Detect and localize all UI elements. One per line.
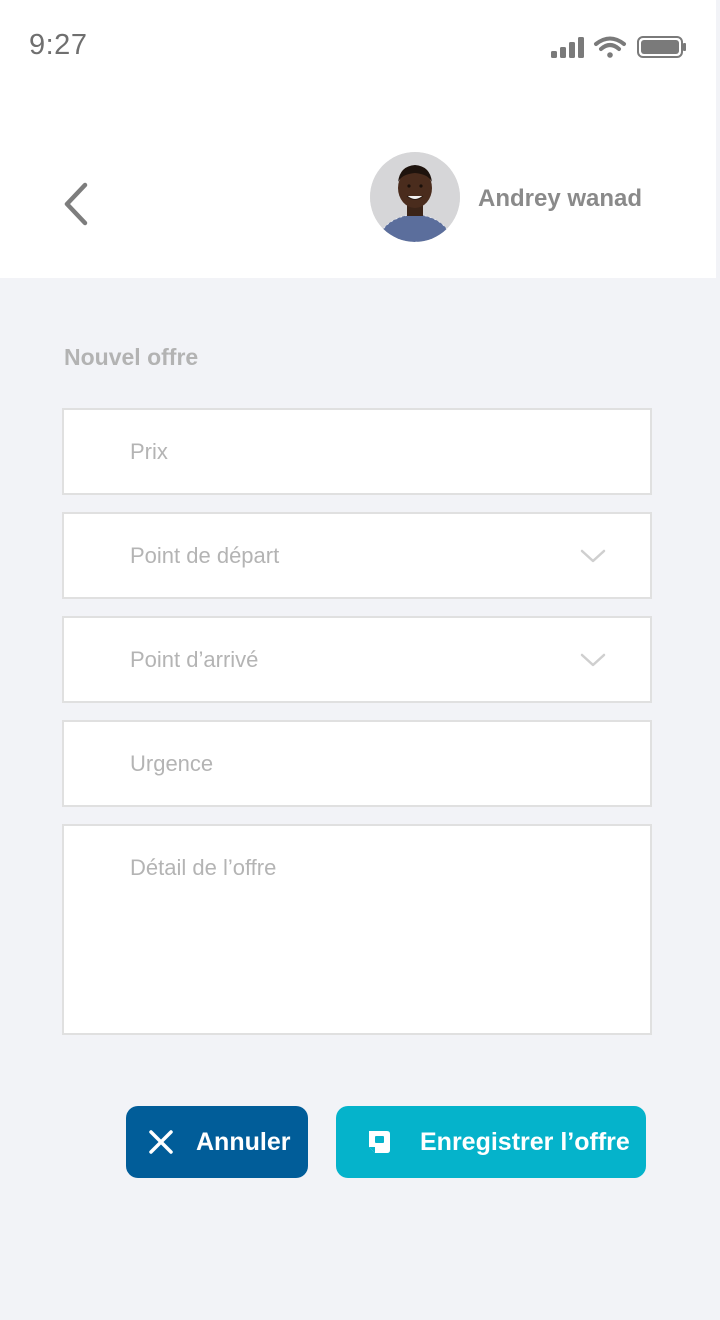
arrival-point-select[interactable]: Point d’arrivé	[62, 616, 652, 703]
user-name[interactable]: Andrey wanad	[478, 185, 642, 213]
urgency-placeholder: Urgence	[130, 751, 214, 776]
departure-point-select[interactable]: Point de départ	[62, 512, 652, 599]
save-offer-button[interactable]: Enregistrer l’offre	[336, 1106, 646, 1178]
price-placeholder: Prix	[130, 439, 168, 464]
battery-icon	[637, 36, 686, 58]
arrival-placeholder: Point d’arrivé	[130, 647, 259, 672]
offer-details-textarea[interactable]: Détail de l’offre	[62, 824, 652, 1035]
status-time: 9:27	[29, 29, 88, 61]
wifi-icon	[594, 36, 626, 58]
offer-details-placeholder: Détail de l’offre	[130, 855, 277, 880]
page-title: Nouvel offre	[64, 344, 199, 370]
chevron-left-icon	[64, 182, 88, 226]
cancel-button-label: Annuler	[196, 1127, 291, 1156]
departure-placeholder: Point de départ	[130, 543, 280, 568]
status-icons	[550, 34, 686, 60]
price-input[interactable]: Prix	[62, 408, 652, 495]
user-avatar[interactable]	[370, 152, 460, 242]
cellular-signal-icon	[551, 37, 584, 58]
save-icon	[369, 1131, 390, 1153]
app-header: 9:27 Andrey wanad	[0, 0, 716, 278]
avatar-image	[370, 152, 460, 242]
chevron-down-icon	[580, 653, 606, 667]
cancel-button[interactable]: Annuler	[126, 1106, 308, 1178]
back-button[interactable]	[52, 176, 100, 232]
urgency-input[interactable]: Urgence	[62, 720, 652, 807]
chevron-down-icon	[580, 549, 606, 563]
close-icon	[149, 1130, 173, 1154]
save-offer-button-label: Enregistrer l’offre	[420, 1127, 630, 1156]
